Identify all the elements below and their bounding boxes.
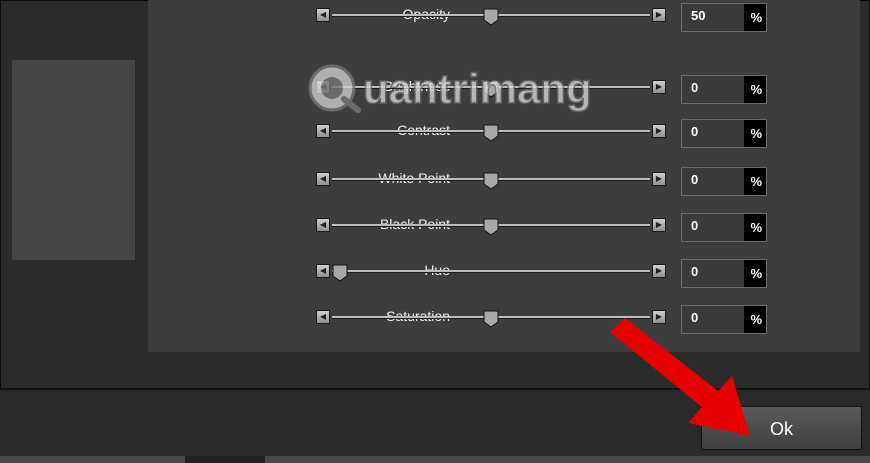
unit-label: %: [750, 220, 762, 235]
slider-increase-button[interactable]: ▶: [652, 124, 666, 138]
slider-decrease-button[interactable]: ◀: [316, 172, 330, 186]
slider[interactable]: ◀▶: [316, 124, 666, 142]
slider-increase-button[interactable]: ▶: [652, 218, 666, 232]
unit-label: %: [750, 126, 762, 141]
slider[interactable]: ◀▶: [316, 218, 666, 236]
slider-thumb[interactable]: [483, 218, 499, 236]
adjust-row-hue: Hue◀▶0%: [148, 256, 860, 288]
value-field[interactable]: 0%: [681, 167, 767, 196]
value-text[interactable]: 0: [682, 76, 744, 103]
slider[interactable]: ◀▶: [316, 172, 666, 190]
slider-increase-button[interactable]: ▶: [652, 172, 666, 186]
slider-increase-button[interactable]: ▶: [652, 264, 666, 278]
slider-decrease-button[interactable]: ◀: [316, 218, 330, 232]
value-text[interactable]: 0: [682, 260, 744, 287]
slider-thumb[interactable]: [483, 172, 499, 190]
slider-track[interactable]: [332, 270, 650, 273]
slider-thumb[interactable]: [483, 8, 499, 26]
value-field[interactable]: 0%: [681, 259, 767, 288]
preview-placeholder: [12, 60, 135, 260]
value-text[interactable]: 0: [682, 168, 744, 195]
slider-decrease-button[interactable]: ◀: [316, 124, 330, 138]
unit-label: %: [750, 174, 762, 189]
unit-label: %: [750, 266, 762, 281]
red-arrow-icon: [610, 318, 750, 436]
slider-thumb[interactable]: [483, 124, 499, 142]
bottom-strip: [0, 456, 870, 463]
slider-increase-button[interactable]: ▶: [652, 8, 666, 22]
watermark-text: uantrimang: [363, 65, 592, 112]
value-field[interactable]: 0%: [681, 213, 767, 242]
quantrimang-watermark: uantrimang: [308, 64, 592, 113]
slider[interactable]: ◀▶: [316, 264, 666, 282]
adjust-row-black-point: Black Point◀▶0%: [148, 210, 860, 242]
slider[interactable]: ◀▶: [316, 8, 666, 26]
value-text[interactable]: 0: [682, 214, 744, 241]
slider-decrease-button[interactable]: ◀: [316, 310, 330, 324]
slider-increase-button[interactable]: ▶: [652, 80, 666, 94]
slider-thumb[interactable]: [332, 264, 348, 282]
adjust-row-white-point: White Point◀▶0%: [148, 164, 860, 196]
adjust-row-contrast: Contrast◀▶0%: [148, 116, 860, 148]
unit-label: %: [750, 82, 762, 97]
bottom-strip-segment: [185, 456, 265, 463]
slider-thumb[interactable]: [483, 310, 499, 328]
value-field[interactable]: 0%: [681, 119, 767, 148]
value-field[interactable]: 0%: [681, 75, 767, 104]
slider-decrease-button[interactable]: ◀: [316, 264, 330, 278]
watermark-logo-icon: [308, 64, 361, 113]
slider-decrease-button[interactable]: ◀: [316, 8, 330, 22]
value-text[interactable]: 50: [682, 4, 744, 31]
adjust-row-opacity: Opacity◀▶50%: [148, 0, 860, 32]
value-field[interactable]: 50%: [681, 3, 767, 32]
unit-label: %: [750, 10, 762, 25]
value-text[interactable]: 0: [682, 120, 744, 147]
